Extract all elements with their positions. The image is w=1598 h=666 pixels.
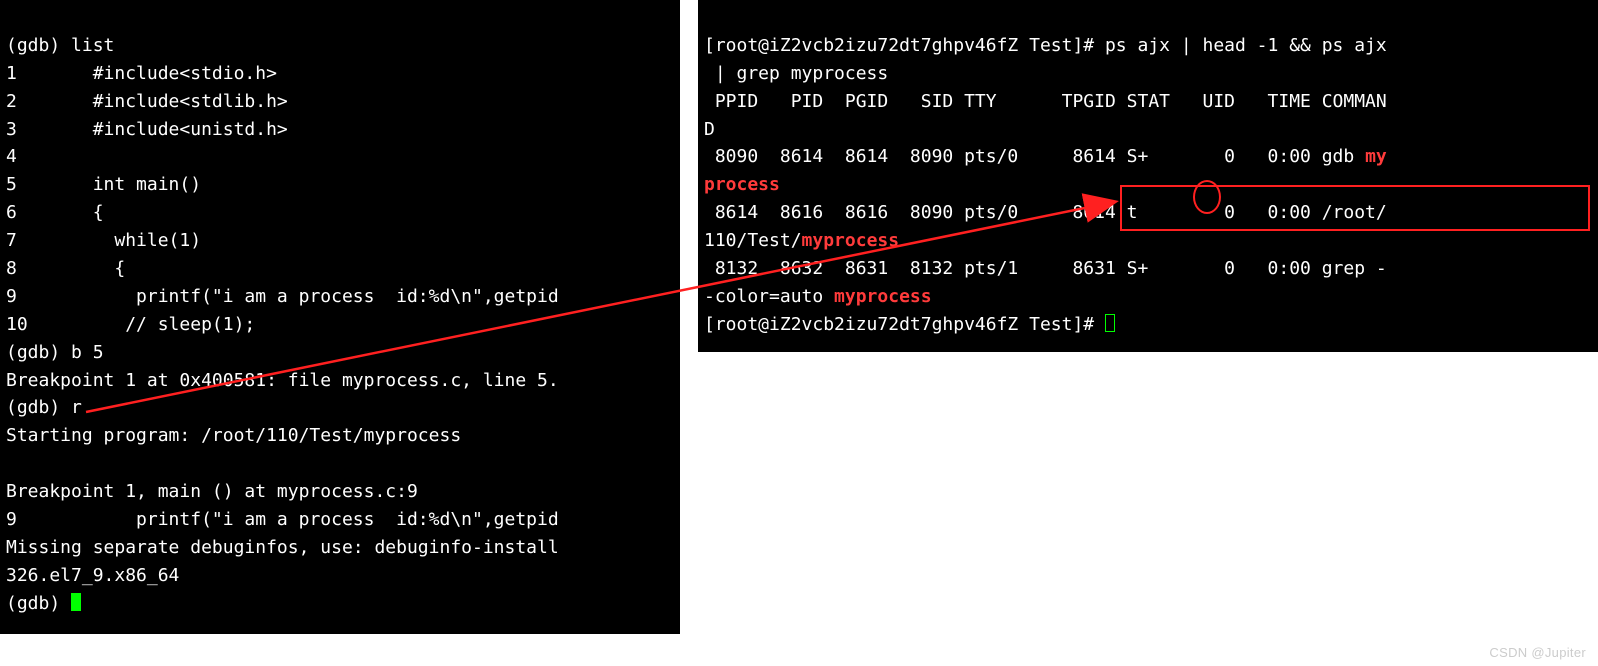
ps-row: 8132 8632 8631 8132 pts/1 8631 S+ 0 0:00… [704, 258, 1387, 279]
gdb-line: Starting program: /root/110/Test/myproce… [6, 425, 461, 446]
gdb-line: 326.el7_9.x86_64 [6, 565, 179, 586]
ps-row-cont: -color=auto [704, 286, 834, 307]
shell-terminal[interactable]: [root@iZ2vcb2izu72dt7ghpv46fZ Test]# ps … [698, 0, 1598, 352]
shell-prompt: [root@iZ2vcb2izu72dt7ghpv46fZ Test]# [704, 35, 1105, 56]
gdb-prompt[interactable]: (gdb) [6, 593, 71, 614]
match-highlight: myprocess [834, 286, 932, 307]
ps-row-cont: 110/Test/ [704, 230, 802, 251]
match-highlight: myprocess [802, 230, 900, 251]
shell-prompt[interactable]: [root@iZ2vcb2izu72dt7ghpv46fZ Test]# [704, 314, 1105, 335]
shell-command-cont: | grep myprocess [704, 63, 888, 84]
gdb-line: 10 // sleep(1); [6, 314, 255, 335]
watermark-text: CSDN @Jupiter [1489, 645, 1586, 660]
gdb-line: 3 #include<unistd.h> [6, 119, 288, 140]
ps-header-cont: D [704, 119, 715, 140]
match-highlight: my [1365, 146, 1387, 167]
gdb-line: 9 printf("i am a process id:%d\n",getpid [6, 509, 559, 530]
match-highlight: process [704, 174, 780, 195]
gdb-line: 9 printf("i am a process id:%d\n",getpid [6, 286, 559, 307]
ps-row: 8614 8616 8616 8090 pts/0 8614 t 0 0:00 … [704, 202, 1387, 223]
gdb-line: 6 { [6, 202, 104, 223]
gdb-line: Breakpoint 1 at 0x400581: file myprocess… [6, 370, 559, 391]
gdb-line: Breakpoint 1, main () at myprocess.c:9 [6, 481, 418, 502]
gdb-line: 7 while(1) [6, 230, 201, 251]
gdb-line: 2 #include<stdlib.h> [6, 91, 288, 112]
gdb-line: 1 #include<stdio.h> [6, 63, 277, 84]
gdb-line: (gdb) r [6, 397, 82, 418]
ps-header: PPID PID PGID SID TTY TPGID STAT UID TIM… [704, 91, 1387, 112]
shell-command: ps ajx | head -1 && ps ajx [1105, 35, 1387, 56]
gdb-line: Missing separate debuginfos, use: debugi… [6, 537, 559, 558]
gdb-terminal[interactable]: (gdb) list 1 #include<stdio.h> 2 #includ… [0, 0, 680, 634]
cursor-icon [71, 593, 81, 611]
gdb-line: 5 int main() [6, 174, 201, 195]
gdb-line: (gdb) list [6, 35, 114, 56]
gdb-line: 8 { [6, 258, 125, 279]
gdb-line: 4 [6, 146, 93, 167]
cursor-outline-icon [1105, 314, 1115, 332]
gdb-line: (gdb) b 5 [6, 342, 104, 363]
ps-row: 8090 8614 8614 8090 pts/0 8614 S+ 0 0:00… [704, 146, 1365, 167]
